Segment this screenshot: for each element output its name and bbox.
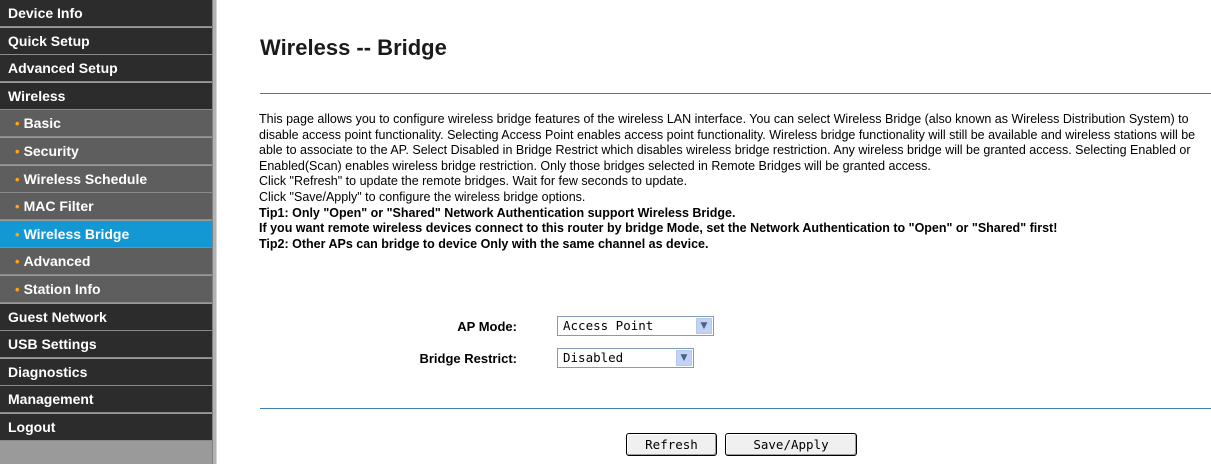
sidebar-item-advanced-setup[interactable]: Advanced Setup <box>0 55 212 82</box>
sidebar-item-logout[interactable]: Logout <box>0 414 212 441</box>
sidebar-item-wireless-schedule[interactable]: • Wireless Schedule <box>0 166 212 193</box>
sidebar-item-label: Quick Setup <box>8 33 90 49</box>
sidebar-item-label: Station Info <box>23 281 101 297</box>
sidebar-item-wireless-bridge[interactable]: • Wireless Bridge <box>0 221 212 248</box>
bullet-icon: • <box>15 199 20 214</box>
sidebar-item-quick-setup[interactable]: Quick Setup <box>0 28 212 55</box>
sidebar-item-usb-settings[interactable]: USB Settings <box>0 331 212 358</box>
save-apply-button[interactable]: Save/Apply <box>725 433 857 456</box>
bottom-divider <box>260 408 1211 409</box>
page-title: Wireless -- Bridge <box>260 35 447 60</box>
sidebar-item-management[interactable]: Management <box>0 386 212 413</box>
refresh-button[interactable]: Refresh <box>626 433 717 456</box>
top-divider <box>260 93 1211 94</box>
tip1: Tip1: Only "Open" or "Shared" Network Au… <box>259 205 736 220</box>
sidebar-item-label: Wireless Schedule <box>23 171 148 187</box>
description-block: This page allows you to configure wirele… <box>259 112 1211 252</box>
sidebar-item-mac-filter[interactable]: • MAC Filter <box>0 193 212 220</box>
ap-mode-label: AP Mode: <box>457 319 517 334</box>
sidebar: Device Info Quick Setup Advanced Setup Wire… <box>0 0 217 464</box>
sidebar-item-device-info[interactable]: Device Info <box>0 0 212 27</box>
chevron-down-icon[interactable]: ▼ <box>676 350 692 366</box>
sidebar-item-diagnostics[interactable]: Diagnostics <box>0 359 212 386</box>
sidebar-item-label: Logout <box>8 419 56 435</box>
tip2: Tip2: Other APs can bridge to device Onl… <box>259 236 709 251</box>
refresh-hint: Click "Refresh" to update the remote bri… <box>259 174 688 189</box>
description-text: This page allows you to configure wirele… <box>259 112 1196 173</box>
sidebar-item-label: Guest Network <box>8 309 107 325</box>
sidebar-item-label: Management <box>8 391 94 407</box>
bullet-icon: • <box>15 254 20 269</box>
sidebar-item-label: Wireless Bridge <box>23 226 130 242</box>
sidebar-item-label: Wireless <box>8 88 66 104</box>
tip1-detail: If you want remote wireless devices conn… <box>259 221 1058 236</box>
sidebar-divider <box>212 0 217 464</box>
sidebar-item-label: USB Settings <box>8 336 97 352</box>
ap-mode-value: Access Point <box>563 318 654 333</box>
bridge-restrict-label: Bridge Restrict: <box>419 351 517 366</box>
sidebar-item-label: Advanced <box>23 253 91 269</box>
sidebar-item-label: Advanced Setup <box>8 60 118 76</box>
bullet-icon: • <box>15 116 20 131</box>
chevron-down-icon[interactable]: ▼ <box>696 318 712 334</box>
bridge-restrict-select[interactable]: Disabled ▼ <box>557 348 694 368</box>
ap-mode-select[interactable]: Access Point ▼ <box>557 316 714 336</box>
bullet-icon: • <box>15 282 20 297</box>
bullet-icon: • <box>15 172 20 187</box>
bridge-restrict-value: Disabled <box>563 350 624 365</box>
sidebar-item-label: Device Info <box>8 5 83 21</box>
sidebar-item-advanced[interactable]: • Advanced <box>0 248 212 275</box>
sidebar-item-label: MAC Filter <box>23 198 94 214</box>
sidebar-item-station-info[interactable]: • Station Info <box>0 276 212 303</box>
sidebar-item-guest-network[interactable]: Guest Network <box>0 304 212 331</box>
bullet-icon: • <box>15 227 20 242</box>
bullet-icon: • <box>15 144 20 159</box>
sidebar-item-security[interactable]: • Security <box>0 138 212 165</box>
sidebar-item-label: Security <box>23 143 79 159</box>
sidebar-item-label: Diagnostics <box>8 364 88 380</box>
sidebar-item-wireless[interactable]: Wireless <box>0 83 212 110</box>
save-hint: Click "Save/Apply" to configure the wire… <box>259 189 586 204</box>
sidebar-item-label: Basic <box>23 115 61 131</box>
sidebar-item-basic[interactable]: • Basic <box>0 110 212 137</box>
